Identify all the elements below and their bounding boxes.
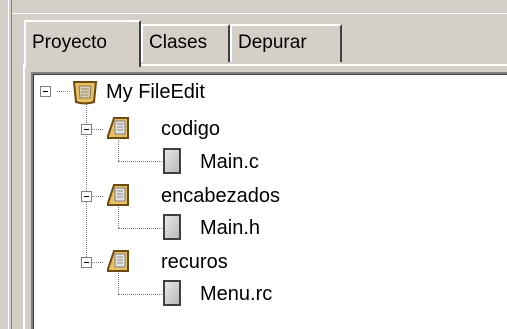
collapse-toggle[interactable] [81, 257, 92, 268]
tab-depurar[interactable]: Depurar [230, 24, 342, 62]
tree-connector [118, 207, 119, 228]
tab-label: Proyecto [32, 32, 107, 53]
tree-connector [57, 91, 70, 92]
file-icon [163, 280, 181, 306]
project-icon [72, 81, 98, 105]
tree-connector [91, 196, 103, 197]
tree-item-root[interactable]: My FileEdit [106, 80, 205, 104]
folder-icon [107, 250, 129, 272]
folder-icon [107, 184, 129, 206]
file-icon [163, 148, 181, 174]
tree-connector [118, 228, 162, 229]
panel-top-edge [12, 0, 507, 14]
tree-item-file[interactable]: Menu.rc [200, 282, 272, 306]
tab-label: Depurar [238, 32, 307, 53]
tree-item-group[interactable]: codigo [161, 117, 220, 141]
tree-item-group[interactable]: encabezados [161, 184, 280, 208]
tree-connector [118, 273, 119, 294]
tab-label: Clases [149, 32, 208, 53]
tree-connector [91, 262, 103, 263]
collapse-toggle[interactable] [40, 86, 51, 97]
folder-icon [107, 117, 129, 139]
collapse-toggle[interactable] [81, 124, 92, 135]
tree-connector [118, 140, 119, 161]
tree-connector [118, 294, 162, 295]
tree-connector [118, 161, 162, 162]
file-icon [163, 214, 181, 240]
project-tree[interactable]: My FileEdit codigo Main.c encabezados Ma… [31, 72, 507, 329]
tree-connector [91, 129, 103, 130]
splitter-edge[interactable] [0, 0, 12, 329]
tab-proyecto[interactable]: Proyecto [24, 20, 141, 67]
tree-item-file[interactable]: Main.h [200, 216, 260, 240]
tree-item-group[interactable]: recuros [161, 250, 228, 274]
collapse-toggle[interactable] [81, 191, 92, 202]
tab-clases[interactable]: Clases [141, 24, 230, 62]
tree-item-file[interactable]: Main.c [200, 150, 259, 174]
